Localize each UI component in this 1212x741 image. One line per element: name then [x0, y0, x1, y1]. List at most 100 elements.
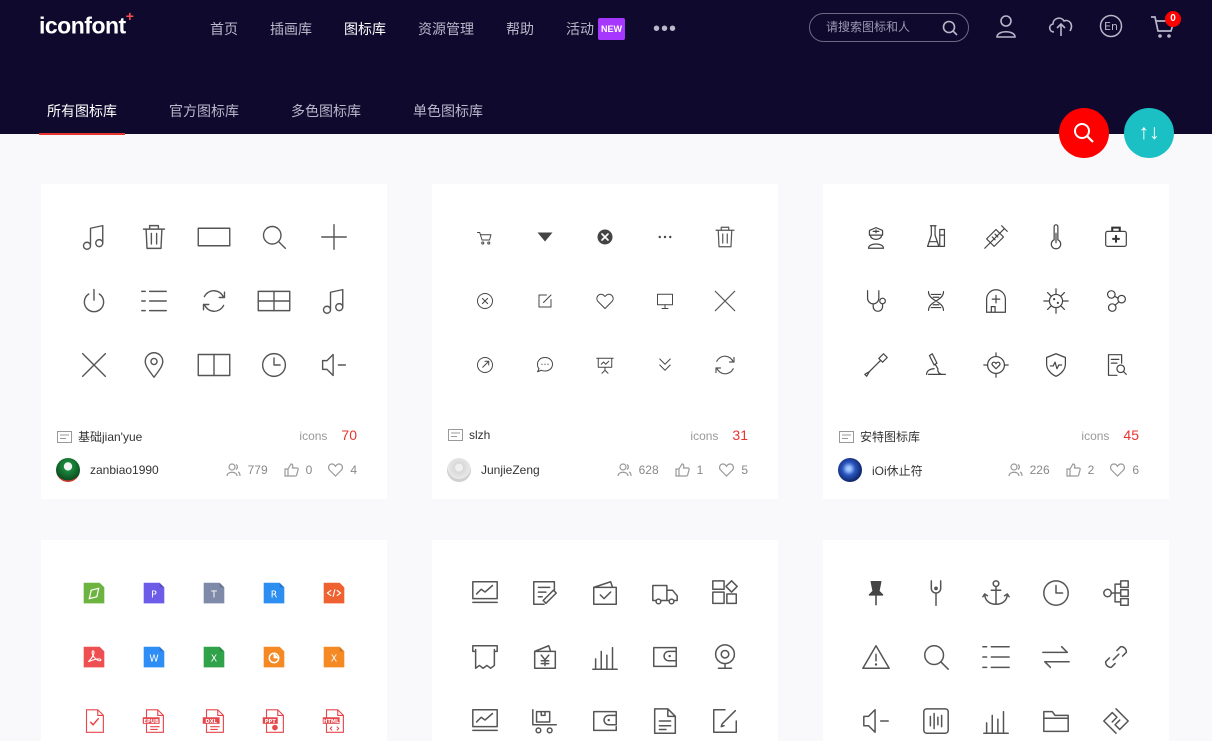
icon-preview-cell[interactable]: [846, 219, 906, 255]
icon-preview-cell[interactable]: EPUB: [124, 703, 184, 739]
icon-preview-cell[interactable]: [695, 703, 755, 739]
icon-preview-cell[interactable]: [244, 219, 304, 255]
icon-preview-cell[interactable]: [304, 347, 364, 383]
icon-preview-cell[interactable]: [695, 283, 755, 319]
icon-preview-cell[interactable]: [635, 219, 695, 255]
icon-preview-cell[interactable]: X: [184, 639, 244, 675]
icon-preview-cell[interactable]: [64, 347, 124, 383]
nav-home[interactable]: 首页: [210, 19, 238, 39]
icon-preview-cell[interactable]: [184, 347, 244, 383]
icon-preview-cell[interactable]: [124, 347, 184, 383]
nav-help[interactable]: 帮助: [506, 19, 534, 39]
icon-preview-cell[interactable]: [64, 639, 124, 675]
icon-preview-cell[interactable]: [906, 347, 966, 383]
icon-preview-cell[interactable]: [1026, 703, 1086, 739]
floating-search-button[interactable]: [1059, 108, 1109, 158]
author[interactable]: iOi休止符: [838, 458, 923, 482]
icon-preview-cell[interactable]: [906, 703, 966, 739]
library-card[interactable]: 基础jian'yue icons 70 zanbiao1990 779 0 4: [41, 184, 387, 499]
library-card[interactable]: 安特图标库 icons 45 iOi休止符 226 2 6: [823, 184, 1169, 499]
icon-preview-cell[interactable]: [635, 347, 695, 383]
icon-preview-cell[interactable]: [695, 219, 755, 255]
icon-preview-cell[interactable]: [635, 703, 695, 739]
icon-preview-cell[interactable]: [1086, 219, 1146, 255]
icon-preview-cell[interactable]: [1086, 283, 1146, 319]
icon-preview-cell[interactable]: W: [124, 639, 184, 675]
icon-preview-cell[interactable]: [695, 639, 755, 675]
icon-preview-cell[interactable]: [846, 575, 906, 611]
icon-preview-cell[interactable]: [455, 703, 515, 739]
icon-preview-cell[interactable]: [64, 703, 124, 739]
icon-preview-cell[interactable]: [966, 219, 1026, 255]
icon-preview-cell[interactable]: HTML: [304, 703, 364, 739]
library-name[interactable]: slzh: [448, 428, 490, 442]
icon-preview-cell[interactable]: [695, 575, 755, 611]
iconfont-logo[interactable]: iconfont+: [39, 8, 134, 40]
library-name[interactable]: 基础jian'yue: [57, 428, 142, 445]
icon-preview-cell[interactable]: [966, 283, 1026, 319]
icon-preview-cell[interactable]: [906, 283, 966, 319]
icon-preview-cell[interactable]: [304, 283, 364, 319]
library-name[interactable]: 安特图标库: [839, 428, 920, 445]
icon-preview-cell[interactable]: [1026, 347, 1086, 383]
icon-preview-cell[interactable]: [906, 639, 966, 675]
icon-preview-cell[interactable]: [966, 639, 1026, 675]
icon-preview-cell[interactable]: [124, 283, 184, 319]
icon-preview-cell[interactable]: [1086, 639, 1146, 675]
tab-all-libraries[interactable]: 所有图标库: [39, 99, 125, 135]
icon-preview-cell[interactable]: [304, 219, 364, 255]
icon-preview-cell[interactable]: [515, 283, 575, 319]
icon-preview-cell[interactable]: [635, 283, 695, 319]
nav-icon-library[interactable]: 图标库: [344, 19, 386, 39]
icon-preview-cell[interactable]: [304, 575, 364, 611]
more-dots-icon[interactable]: •••: [653, 19, 677, 39]
icon-preview-cell[interactable]: [575, 283, 635, 319]
icon-preview-cell[interactable]: [906, 219, 966, 255]
icon-preview-cell[interactable]: [1086, 703, 1146, 739]
icon-preview-cell[interactable]: [966, 347, 1026, 383]
icon-preview-cell[interactable]: [64, 219, 124, 255]
icon-preview-cell[interactable]: [244, 347, 304, 383]
icon-preview-cell[interactable]: [455, 639, 515, 675]
icon-preview-cell[interactable]: [575, 703, 635, 739]
language-en-icon[interactable]: En: [1099, 14, 1123, 38]
icon-preview-cell[interactable]: [64, 283, 124, 319]
icon-preview-cell[interactable]: [455, 347, 515, 383]
icon-preview-cell[interactable]: [1026, 575, 1086, 611]
icon-preview-cell[interactable]: [455, 283, 515, 319]
author[interactable]: zanbiao1990: [56, 458, 159, 482]
icon-preview-cell[interactable]: [1086, 575, 1146, 611]
icon-preview-cell[interactable]: T: [184, 575, 244, 611]
icon-preview-cell[interactable]: R: [244, 575, 304, 611]
icon-preview-cell[interactable]: [1026, 639, 1086, 675]
icon-preview-cell[interactable]: [966, 703, 1026, 739]
upload-cloud-icon[interactable]: [1047, 14, 1075, 38]
icon-preview-cell[interactable]: X: [304, 639, 364, 675]
icon-preview-cell[interactable]: [846, 283, 906, 319]
icon-preview-cell[interactable]: [635, 639, 695, 675]
icon-preview-cell[interactable]: [184, 283, 244, 319]
floating-sort-button[interactable]: ↑↓: [1124, 108, 1174, 158]
icon-preview-cell[interactable]: [1026, 283, 1086, 319]
icon-preview-cell[interactable]: [184, 219, 244, 255]
icon-preview-cell[interactable]: [846, 347, 906, 383]
tab-monochrome-libraries[interactable]: 单色图标库: [405, 99, 491, 135]
icon-preview-cell[interactable]: [64, 575, 124, 611]
tab-multicolor-libraries[interactable]: 多色图标库: [283, 99, 369, 135]
icon-preview-cell[interactable]: [1086, 347, 1146, 383]
icon-preview-cell[interactable]: [575, 347, 635, 383]
icon-preview-cell[interactable]: [124, 219, 184, 255]
icon-preview-cell[interactable]: [966, 575, 1026, 611]
icon-preview-cell[interactable]: [244, 283, 304, 319]
icon-preview-cell[interactable]: [515, 703, 575, 739]
icon-preview-cell[interactable]: [515, 347, 575, 383]
icon-preview-cell[interactable]: [846, 703, 906, 739]
icon-preview-cell[interactable]: DXL: [184, 703, 244, 739]
library-card[interactable]: slzh icons 31 JunjieZeng 628 1 5: [432, 184, 778, 499]
user-icon[interactable]: [995, 14, 1017, 38]
icon-preview-cell[interactable]: [1026, 219, 1086, 255]
icon-preview-cell[interactable]: [515, 575, 575, 611]
icon-preview-cell[interactable]: [515, 219, 575, 255]
nav-illustrations[interactable]: 插画库: [270, 19, 312, 39]
icon-preview-cell[interactable]: [515, 639, 575, 675]
